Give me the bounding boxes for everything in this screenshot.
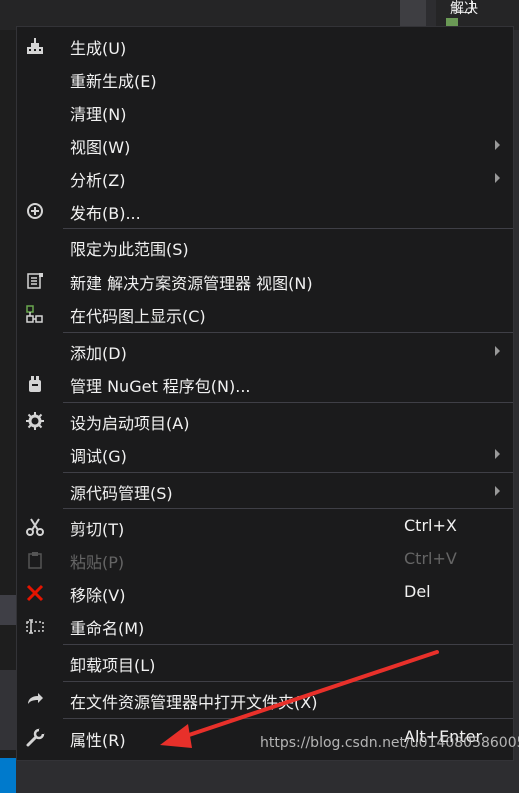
menu-item-label: 生成(U) xyxy=(70,39,127,58)
publish-icon xyxy=(25,201,45,221)
solution-node-label[interactable]: 解决 xyxy=(450,0,478,18)
menu-item-label: 卸载项目(L) xyxy=(70,656,156,675)
editor-band xyxy=(0,595,16,625)
menu-item-source-control[interactable]: 源代码管理(S) xyxy=(17,474,513,507)
menu-item-label: 添加(D) xyxy=(70,344,127,363)
rename-icon xyxy=(25,616,45,636)
menu-item-label: 分析(Z) xyxy=(70,171,126,190)
menu-item-open-in-file-explorer[interactable]: 在文件资源管理器中打开文件夹(X) xyxy=(17,683,513,716)
submenu-arrow-icon xyxy=(495,346,500,356)
menu-item-view[interactable]: 视图(W) xyxy=(17,128,513,161)
editor-band xyxy=(0,670,16,750)
menu-item-shortcut: Del xyxy=(404,582,431,601)
menu-item-add[interactable]: 添加(D) xyxy=(17,334,513,367)
menu-item-label: 新建 解决方案资源管理器 视图(N) xyxy=(70,274,313,293)
menu-item-rebuild[interactable]: 重新生成(E) xyxy=(17,62,513,95)
menu-item-label: 设为启动项目(A) xyxy=(70,414,190,433)
menu-item-build[interactable]: 生成(U) xyxy=(17,29,513,62)
menu-separator xyxy=(63,718,513,719)
menu-item-rename[interactable]: 重命名(M) xyxy=(17,609,513,642)
menu-item-show-on-code-map[interactable]: 在代码图上显示(C) xyxy=(17,297,513,330)
menu-item-set-startup-project[interactable]: 设为启动项目(A) xyxy=(17,404,513,437)
menu-separator xyxy=(63,332,513,333)
menu-item-label: 重新生成(E) xyxy=(70,72,157,91)
menu-item-label: 调试(G) xyxy=(70,447,127,466)
scissors-icon xyxy=(25,517,45,537)
menu-item-new-solution-explorer-view[interactable]: 新建 解决方案资源管理器 视图(N) xyxy=(17,264,513,297)
submenu-arrow-icon xyxy=(495,140,500,150)
menu-separator xyxy=(63,228,513,229)
menu-item-label: 剪切(T) xyxy=(70,520,125,539)
menu-item-publish[interactable]: 发布(B)... xyxy=(17,194,513,227)
remove-icon xyxy=(25,583,45,603)
menu-item-shortcut: Ctrl+V xyxy=(404,549,457,568)
menu-item-label: 在代码图上显示(C) xyxy=(70,307,206,326)
menu-item-label: 移除(V) xyxy=(70,586,126,605)
paste-icon xyxy=(25,550,45,570)
gear-icon xyxy=(25,411,45,431)
menu-item-label: 粘贴(P) xyxy=(70,553,125,572)
menu-item-label: 重命名(M) xyxy=(70,619,145,638)
menu-item-label: 清理(N) xyxy=(70,105,127,124)
submenu-arrow-icon xyxy=(495,173,500,183)
new-view-icon xyxy=(25,271,45,291)
menu-item-clean[interactable]: 清理(N) xyxy=(17,95,513,128)
open-folder-icon xyxy=(25,690,45,710)
menu-separator xyxy=(63,402,513,403)
menu-item-remove[interactable]: 移除(V) Del xyxy=(17,576,513,609)
menu-separator xyxy=(63,681,513,682)
menu-separator xyxy=(63,472,513,473)
submenu-arrow-icon xyxy=(495,449,500,459)
menu-item-scope-to-this[interactable]: 限定为此范围(S) xyxy=(17,230,513,263)
menu-item-label: 发布(B)... xyxy=(70,204,141,223)
build-icon xyxy=(25,36,45,56)
menu-item-label: 源代码管理(S) xyxy=(70,484,173,503)
menu-item-paste: 粘贴(P) Ctrl+V xyxy=(17,543,513,576)
status-bar-fragment xyxy=(0,758,16,793)
menu-item-label: 管理 NuGet 程序包(N)... xyxy=(70,377,251,396)
menu-item-analyze[interactable]: 分析(Z) xyxy=(17,161,513,194)
menu-item-label: 视图(W) xyxy=(70,138,131,157)
nuget-icon xyxy=(25,374,45,394)
project-context-menu: 生成(U) 重新生成(E) 清理(N) 视图(W) 分析(Z) 发布(B)...… xyxy=(16,26,514,761)
menu-item-label: 限定为此范围(S) xyxy=(70,240,189,259)
code-map-icon xyxy=(25,304,45,324)
menu-item-cut[interactable]: 剪切(T) Ctrl+X xyxy=(17,510,513,543)
watermark: https://blog.csdn.net/u014080586005 xyxy=(260,735,519,751)
menu-item-manage-nuget[interactable]: 管理 NuGet 程序包(N)... xyxy=(17,367,513,400)
submenu-arrow-icon xyxy=(495,486,500,496)
menu-item-debug[interactable]: 调试(G) xyxy=(17,437,513,470)
wrench-icon xyxy=(25,728,45,748)
menu-item-unload-project[interactable]: 卸载项目(L) xyxy=(17,646,513,679)
menu-item-shortcut: Ctrl+X xyxy=(404,516,457,535)
menu-item-label: 在文件资源管理器中打开文件夹(X) xyxy=(70,693,318,712)
menu-separator xyxy=(63,508,513,509)
menu-item-label: 属性(R) xyxy=(70,731,126,750)
menu-separator xyxy=(63,644,513,645)
editor-left-strip xyxy=(0,30,16,793)
